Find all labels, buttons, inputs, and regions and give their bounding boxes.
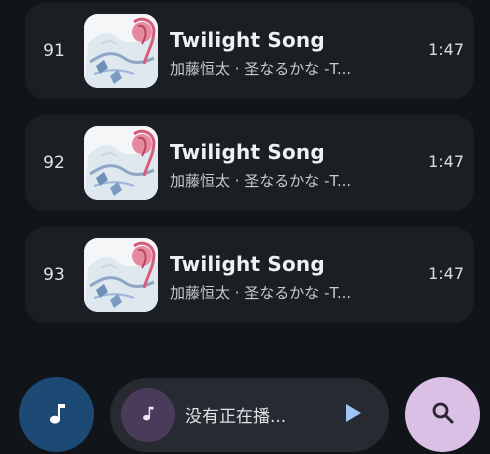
track-duration: 1:47	[428, 152, 464, 171]
track-duration: 1:47	[428, 40, 464, 59]
play-icon	[344, 403, 362, 427]
track-number: 91	[43, 41, 65, 61]
track-row[interactable]: 91 Twilight Song 加藤恒太 · 圣なるかな -T... 1:47	[25, 3, 474, 99]
music-library-button[interactable]	[19, 377, 94, 452]
music-note-icon	[139, 404, 157, 426]
music-note-icon	[44, 400, 70, 430]
album-cover	[84, 14, 158, 88]
track-row[interactable]: 93 Twilight Song 加藤恒太 · 圣なるかな -T... 1:47	[25, 227, 474, 323]
track-title: Twilight Song	[170, 140, 325, 164]
mini-player[interactable]: 没有正在播...	[110, 378, 389, 452]
now-playing-art	[121, 388, 175, 442]
search-button[interactable]	[405, 377, 480, 452]
play-button[interactable]	[340, 402, 366, 428]
track-row[interactable]: 92 Twilight Song 加藤恒太 · 圣なるかな -T... 1:47	[25, 115, 474, 211]
track-title: Twilight Song	[170, 28, 325, 52]
track-duration: 1:47	[428, 264, 464, 283]
album-cover	[84, 238, 158, 312]
track-artist: 加藤恒太 · 圣なるかな -T...	[170, 172, 352, 190]
track-number: 93	[43, 265, 65, 285]
search-icon	[430, 400, 456, 430]
track-artist: 加藤恒太 · 圣なるかな -T...	[170, 284, 352, 302]
now-playing-status: 没有正在播...	[185, 407, 287, 427]
track-number: 92	[43, 153, 65, 173]
music-app: 91 Twilight Song 加藤恒太 · 圣なるかな -T... 1:47…	[0, 0, 490, 454]
album-cover	[84, 126, 158, 200]
track-artist: 加藤恒太 · 圣なるかな -T...	[170, 60, 352, 78]
track-title: Twilight Song	[170, 252, 325, 276]
